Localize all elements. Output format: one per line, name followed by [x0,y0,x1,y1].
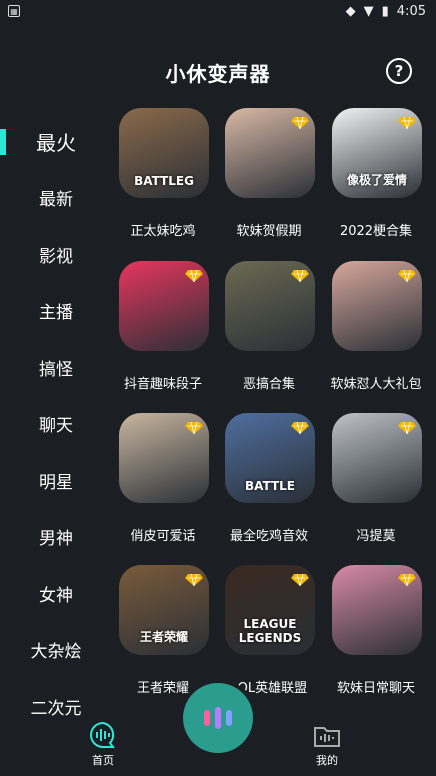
voice-pack-label: 俏皮可爱话 [130,529,196,544]
bottom-tab-bar: 首页 我的 [0,712,436,776]
voice-pack-thumbnail [332,261,422,351]
voice-pack-thumbnail [332,565,422,655]
voice-pack-label: 2022梗合集 [339,224,413,239]
sidebar-item-8[interactable]: 女神 [0,565,112,622]
thumbnail-caption: 像极了爱情 [346,173,407,187]
voice-pack-card[interactable]: BATTLE 最全吃鸡音效 [219,413,319,544]
voice-pack-thumbnail [332,413,422,503]
sidebar-item-label: 最火 [36,130,76,155]
voice-pack-thumbnail: LEAGUE LEGENDS [225,565,315,655]
sidebar-item-7[interactable]: 男神 [0,509,112,566]
voice-pack-card[interactable]: 软妹怼人大礼包 [326,261,426,392]
voice-pack-card[interactable]: 软妹日常聊天 [326,565,426,696]
sidebar-item-label: 明星 [39,472,73,493]
sidebar-item-label: 影视 [39,246,73,267]
voice-pack-card[interactable]: LEAGUE LEGENDS LOL英雄联盟 [219,565,319,696]
page-title: 小休变声器 [165,62,271,86]
category-sidebar: 最火 最新 影视 主播 搞怪 聊天 明星 男神 女神 大杂烩 二次元 [0,113,112,735]
tab-home-label: 首页 [92,754,114,767]
tab-mine[interactable]: 我的 [312,720,342,768]
wifi-icon: ▼ [363,3,374,19]
active-indicator [0,129,6,155]
thumbnail-caption: BATTLE [245,479,295,493]
vip-diamond-icon [185,269,203,283]
voice-pack-thumbnail: BATTLE [225,413,315,503]
vip-diamond-icon [398,573,416,587]
voice-pack-label: 软妹日常聊天 [336,681,415,696]
battery-icon: ▮ [381,3,389,19]
tab-home[interactable]: 首页 [88,720,118,768]
vip-diamond-icon [398,421,416,435]
voice-pack-card[interactable]: 冯提莫 [326,413,426,544]
voice-pack-card[interactable]: 俏皮可爱话 [113,413,213,544]
voice-pack-label: 软妹贺假期 [236,224,302,239]
app-header: 小休变声器 ? [0,50,436,90]
vip-diamond-icon [291,269,309,283]
sidebar-item-1[interactable]: 最新 [0,170,112,227]
voice-pack-label: 软妹怼人大礼包 [330,377,422,392]
folder-voice-icon [314,727,340,747]
voice-pack-thumbnail [119,261,209,351]
voice-pack-card[interactable]: BATTLEG 正太妹吃鸡 [113,108,213,239]
voice-pack-thumbnail [225,261,315,351]
vip-diamond-icon [185,421,203,435]
vip-diamond-icon [291,116,309,130]
help-icon[interactable]: ? [386,58,412,84]
sidebar-item-5[interactable]: 聊天 [0,396,112,453]
vip-diamond-icon [291,421,309,435]
vip-diamond-icon [398,269,416,283]
sidebar-item-label: 男神 [39,529,73,550]
sidebar-item-label: 主播 [39,303,73,324]
voice-pack-card[interactable]: 王者荣耀 王者荣耀 [113,565,213,696]
sidebar-item-9[interactable]: 大杂烩 [0,622,112,679]
sidebar-item-label: 搞怪 [39,359,73,380]
sidebar-item-6[interactable]: 明星 [0,452,112,509]
status-bar: ▦ ◆ ▼ ▮ 4:05 [0,0,436,22]
home-voice-icon [90,721,115,748]
voice-pack-card[interactable]: 抖音趣味段子 [113,261,213,392]
voice-pack-thumbnail: BATTLEG [119,108,209,198]
voice-pack-card[interactable]: 恶搞合集 [219,261,319,392]
voice-pack-card[interactable]: 像极了爱情 2022梗合集 [326,108,426,239]
sidebar-item-4[interactable]: 搞怪 [0,339,112,396]
thumbnail-caption: BATTLEG [134,174,194,188]
sidebar-item-label: 大杂烩 [30,642,82,663]
voice-pack-card[interactable]: 软妹贺假期 [219,108,319,239]
sidebar-item-label: 聊天 [39,416,73,437]
voice-pack-label: 抖音趣味段子 [123,377,202,392]
voice-pack-thumbnail [225,108,315,198]
sidebar-item-label: 最新 [39,190,73,211]
voice-pack-thumbnail: 像极了爱情 [332,108,422,198]
tab-mine-label: 我的 [316,754,338,767]
sidebar-item-3[interactable]: 主播 [0,283,112,340]
voice-pack-label: 正太妹吃鸡 [130,224,196,239]
thumbnail-caption: LEAGUE LEGENDS [238,617,302,645]
voice-pack-label: 最全吃鸡音效 [229,529,308,544]
notification-icon: ▦ [8,5,20,17]
voice-pack-label: 恶搞合集 [242,377,295,392]
vip-diamond-icon [291,573,309,587]
vip-diamond-icon [398,116,416,130]
sidebar-item-label: 女神 [39,585,73,606]
voice-pack-thumbnail [119,413,209,503]
sidebar-item-2[interactable]: 影视 [0,226,112,283]
voice-pack-label: 冯提莫 [356,529,396,544]
sidebar-item-0[interactable]: 最火 [0,113,112,170]
status-time: 4:05 [396,3,426,19]
vip-diamond-icon [185,573,203,587]
voice-pack-thumbnail: 王者荣耀 [119,565,209,655]
thumbnail-caption: 王者荣耀 [139,630,188,644]
location-icon: ◆ [345,3,356,19]
